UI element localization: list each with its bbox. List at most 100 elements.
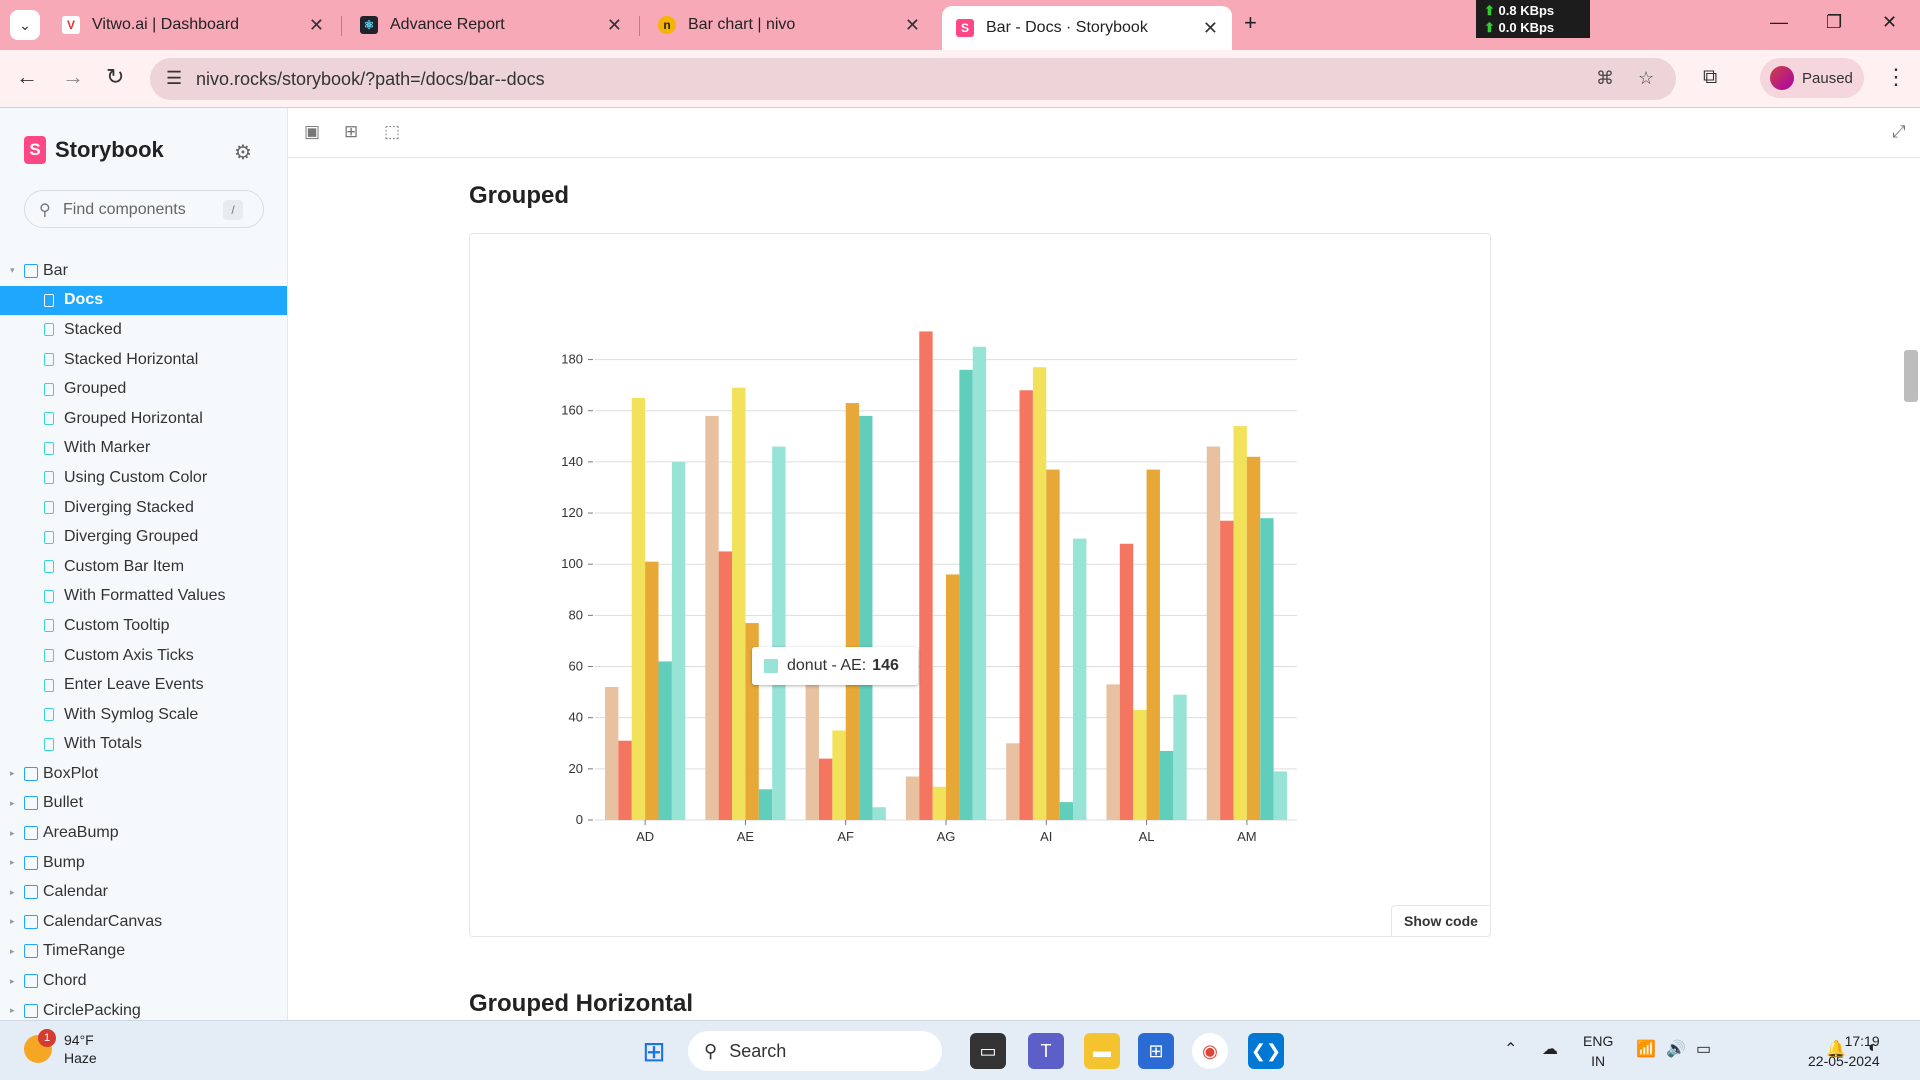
outline-icon[interactable]: ⬚ bbox=[384, 122, 400, 142]
y-tick-label: 180 bbox=[561, 352, 583, 367]
file-explorer-icon[interactable]: ▬ bbox=[1084, 1033, 1120, 1069]
sidebar-component[interactable]: ▸ Chord bbox=[0, 966, 287, 996]
sidebar-component[interactable]: ▸ AreaBump bbox=[0, 818, 287, 848]
sidebar-story[interactable]: Grouped bbox=[0, 374, 287, 404]
window-close-icon[interactable]: ✕ bbox=[1882, 12, 1897, 33]
address-bar[interactable]: ☰ nivo.rocks/storybook/?path=/docs/bar--… bbox=[150, 58, 1676, 100]
sidebar-component[interactable]: ▸ Bullet bbox=[0, 789, 287, 819]
url-text[interactable]: nivo.rocks/storybook/?path=/docs/bar--do… bbox=[196, 69, 545, 90]
caret-right-icon[interactable]: ▸ bbox=[10, 976, 15, 987]
x-tick-label: AM bbox=[1237, 829, 1257, 844]
scrollbar[interactable] bbox=[1901, 158, 1920, 1020]
sidebar-story[interactable]: With Formatted Values bbox=[0, 582, 287, 612]
chrome-icon[interactable]: ◉ bbox=[1192, 1033, 1228, 1069]
forward-icon[interactable]: → bbox=[62, 64, 84, 90]
sidebar-story[interactable]: Stacked Horizontal bbox=[0, 345, 287, 375]
back-icon[interactable]: ← bbox=[16, 64, 38, 90]
teams-icon[interactable]: T bbox=[1028, 1033, 1064, 1069]
task-view-icon[interactable]: ▭ bbox=[970, 1033, 1006, 1069]
taskbar-search[interactable]: ⚲ Search bbox=[688, 1031, 942, 1071]
grid-icon[interactable]: ⊞ bbox=[344, 122, 358, 142]
restore-icon[interactable]: ❐ bbox=[1826, 12, 1842, 33]
sidebar-story[interactable]: With Marker bbox=[0, 434, 287, 464]
sidebar-component[interactable]: ▸ Bump bbox=[0, 848, 287, 878]
caret-right-icon[interactable]: ▸ bbox=[10, 857, 15, 868]
fullscreen-icon[interactable]: ⤢ bbox=[1892, 122, 1906, 142]
search-input[interactable]: ⚲ Find components / bbox=[24, 190, 264, 228]
caret-right-icon[interactable]: ▸ bbox=[10, 916, 15, 927]
caret-right-icon[interactable]: ▸ bbox=[10, 768, 15, 779]
tab-advance-report[interactable]: ⚛ Advance Report ✕ bbox=[346, 8, 636, 42]
tab-vitwo[interactable]: V Vitwo.ai | Dashboard ✕ bbox=[48, 8, 338, 42]
new-tab-icon[interactable]: + bbox=[1244, 10, 1257, 36]
chevron-up-icon[interactable]: ⌃ bbox=[1504, 1039, 1517, 1059]
component-icon bbox=[24, 796, 38, 811]
component-icon bbox=[24, 855, 38, 870]
onedrive-icon[interactable]: ☁ bbox=[1542, 1039, 1558, 1059]
sidebar-story[interactable]: Grouped Horizontal bbox=[0, 404, 287, 434]
wifi-icon[interactable]: 📶 bbox=[1636, 1039, 1656, 1059]
sidebar-component[interactable]: ▾ Bar bbox=[0, 256, 287, 286]
close-icon[interactable]: ✕ bbox=[607, 15, 622, 36]
sidebar-component[interactable]: ▸ TimeRange bbox=[0, 937, 287, 967]
tab-title: Bar chart | nivo bbox=[688, 16, 796, 33]
sidebar-component[interactable]: ▸ CalendarCanvas bbox=[0, 907, 287, 937]
bar bbox=[1046, 469, 1060, 820]
tooltip-value: 146 bbox=[872, 657, 899, 674]
battery-icon[interactable]: ▭ bbox=[1696, 1039, 1711, 1059]
copilot-icon[interactable]: ◐ bbox=[1868, 1039, 1878, 1057]
x-tick-label: AD bbox=[636, 829, 654, 844]
vscode-icon[interactable]: ❮❯ bbox=[1248, 1033, 1284, 1069]
gear-icon[interactable]: ⚙ bbox=[234, 140, 252, 165]
close-icon[interactable]: ✕ bbox=[1203, 18, 1218, 39]
more-menu-icon[interactable]: ⋮ bbox=[1885, 64, 1907, 90]
caret-right-icon[interactable]: ▸ bbox=[10, 828, 15, 839]
extensions-icon[interactable]: ⧉ bbox=[1703, 66, 1717, 89]
sidebar-story[interactable]: Diverging Grouped bbox=[0, 522, 287, 552]
sidebar-item-label: With Symlog Scale bbox=[64, 705, 199, 723]
image-icon[interactable]: ▣ bbox=[304, 122, 320, 142]
storybook-logo[interactable]: S Storybook bbox=[24, 136, 164, 164]
minimize-icon[interactable]: — bbox=[1770, 12, 1788, 33]
sidebar-story[interactable]: Custom Bar Item bbox=[0, 552, 287, 582]
site-info-icon[interactable]: ☰ bbox=[166, 68, 182, 89]
tab-storybook[interactable]: S Bar - Docs · Storybook ✕ bbox=[942, 6, 1232, 50]
sidebar-story[interactable]: Diverging Stacked bbox=[0, 493, 287, 523]
sidebar-component[interactable]: ▸ CirclePacking bbox=[0, 996, 287, 1020]
windows-start-icon[interactable]: ⊞ bbox=[636, 1033, 672, 1069]
show-code-button[interactable]: Show code bbox=[1391, 905, 1491, 937]
bookmark-star-icon[interactable]: ☆ bbox=[1638, 68, 1654, 89]
sidebar-component[interactable]: ▸ BoxPlot bbox=[0, 759, 287, 789]
sidebar-story[interactable]: Docs bbox=[0, 285, 287, 316]
volume-icon[interactable]: 🔊 bbox=[1666, 1039, 1686, 1059]
sidebar-story[interactable]: Enter Leave Events bbox=[0, 670, 287, 700]
sidebar-story[interactable]: With Totals bbox=[0, 730, 287, 760]
translate-icon[interactable]: ⌘ bbox=[1596, 68, 1614, 89]
caret-down-icon[interactable]: ▾ bbox=[10, 265, 15, 276]
scrollbar-thumb[interactable] bbox=[1904, 350, 1918, 402]
lang-bottom: IN bbox=[1591, 1053, 1606, 1069]
sidebar-item-label: Bump bbox=[43, 853, 85, 871]
close-icon[interactable]: ✕ bbox=[309, 15, 324, 36]
reload-icon[interactable]: ↻ bbox=[106, 64, 124, 90]
sidebar-story[interactable]: With Symlog Scale bbox=[0, 700, 287, 730]
storybook-icon: S bbox=[956, 19, 974, 37]
story-icon bbox=[44, 471, 54, 485]
caret-right-icon[interactable]: ▸ bbox=[10, 798, 15, 809]
notification-bell-icon[interactable]: 🔔 bbox=[1826, 1039, 1846, 1059]
close-icon[interactable]: ✕ bbox=[905, 15, 920, 36]
caret-right-icon[interactable]: ▸ bbox=[10, 887, 15, 898]
caret-right-icon[interactable]: ▸ bbox=[10, 1005, 15, 1016]
store-icon[interactable]: ⊞ bbox=[1138, 1033, 1174, 1069]
sidebar-story[interactable]: Stacked bbox=[0, 315, 287, 345]
weather-widget[interactable]: 1 94°F Haze bbox=[24, 1029, 97, 1067]
caret-right-icon[interactable]: ▸ bbox=[10, 946, 15, 957]
profile-button[interactable]: Paused bbox=[1760, 58, 1864, 98]
sidebar-component[interactable]: ▸ Calendar bbox=[0, 877, 287, 907]
tab-nivo[interactable]: n Bar chart | nivo ✕ bbox=[644, 8, 934, 42]
sidebar-story[interactable]: Using Custom Color bbox=[0, 463, 287, 493]
sidebar-story[interactable]: Custom Tooltip bbox=[0, 611, 287, 641]
sidebar-story[interactable]: Custom Axis Ticks bbox=[0, 641, 287, 671]
tab-search-button[interactable]: ⌄ bbox=[10, 10, 40, 40]
language-indicator[interactable]: ENG IN bbox=[1583, 1031, 1613, 1071]
